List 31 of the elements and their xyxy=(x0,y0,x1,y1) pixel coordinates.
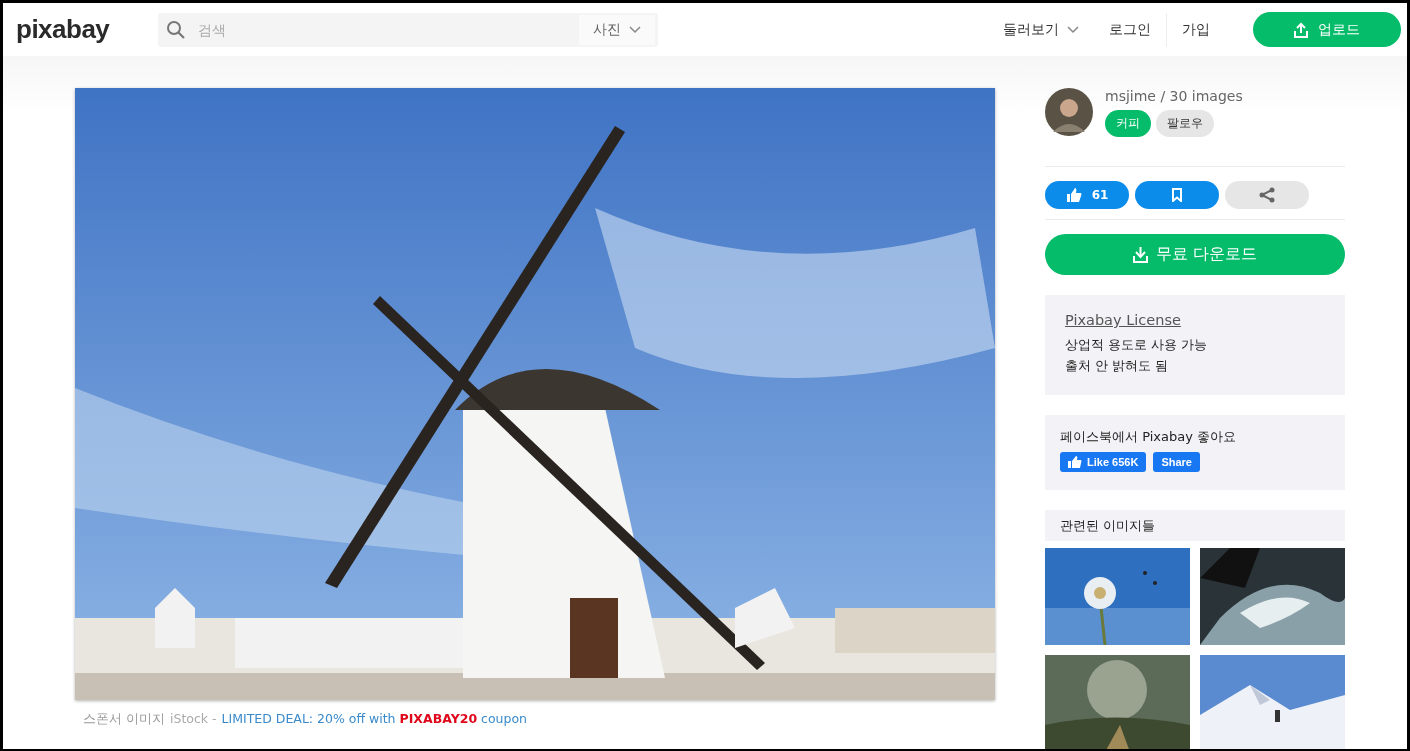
facebook-text: 페이스북에서 Pixabay 좋아요 xyxy=(1060,428,1237,446)
sponsor-label: 스폰서 이미지 xyxy=(83,711,165,728)
download-icon xyxy=(1132,246,1148,263)
bookmark-button[interactable] xyxy=(1135,181,1219,209)
license-link[interactable]: Pixabay License xyxy=(1065,312,1325,328)
like-button[interactable]: 61 xyxy=(1045,181,1129,209)
license-text: 출처 안 밝혀도 됨 xyxy=(1065,357,1170,375)
sponsor-source: iStock - xyxy=(170,711,217,728)
facebook-share-button[interactable]: Share xyxy=(1153,452,1200,472)
explore-menu[interactable]: 둘러보기 xyxy=(988,20,1094,39)
chevron-down-icon xyxy=(1067,25,1079,34)
thumbs-up-icon xyxy=(1065,188,1082,202)
logo[interactable]: pixabay xyxy=(16,14,156,45)
share-icon xyxy=(1259,187,1275,203)
bookmark-icon xyxy=(1171,188,1183,202)
share-button[interactable] xyxy=(1225,181,1309,209)
deal-link[interactable]: LIMITED DEAL: 20% off with PIXABAY20 coupon xyxy=(221,711,527,728)
nav-link[interactable]: 가입 xyxy=(1167,20,1225,39)
thumbs-up-icon xyxy=(1068,456,1082,468)
follow-button[interactable]: 팔로우 xyxy=(1156,110,1214,137)
search-icon xyxy=(166,19,186,40)
nav-link[interactable]: 로그인 xyxy=(1094,20,1166,39)
avatar-icon xyxy=(1045,88,1093,136)
author-name[interactable]: msjime / 30 images xyxy=(1105,88,1243,104)
license-text: 상업적 용도로 사용 가능 xyxy=(1065,336,1209,354)
search-field[interactable]: 검색 사진 xyxy=(158,12,658,47)
facebook-like-button[interactable]: Like 656K xyxy=(1060,452,1147,472)
search-type-dropdown[interactable]: 사진 xyxy=(579,14,655,45)
related-title: 관련된 이미지들 xyxy=(1060,517,1157,535)
chevron-down-icon xyxy=(629,25,641,34)
upload-icon xyxy=(1294,21,1308,38)
